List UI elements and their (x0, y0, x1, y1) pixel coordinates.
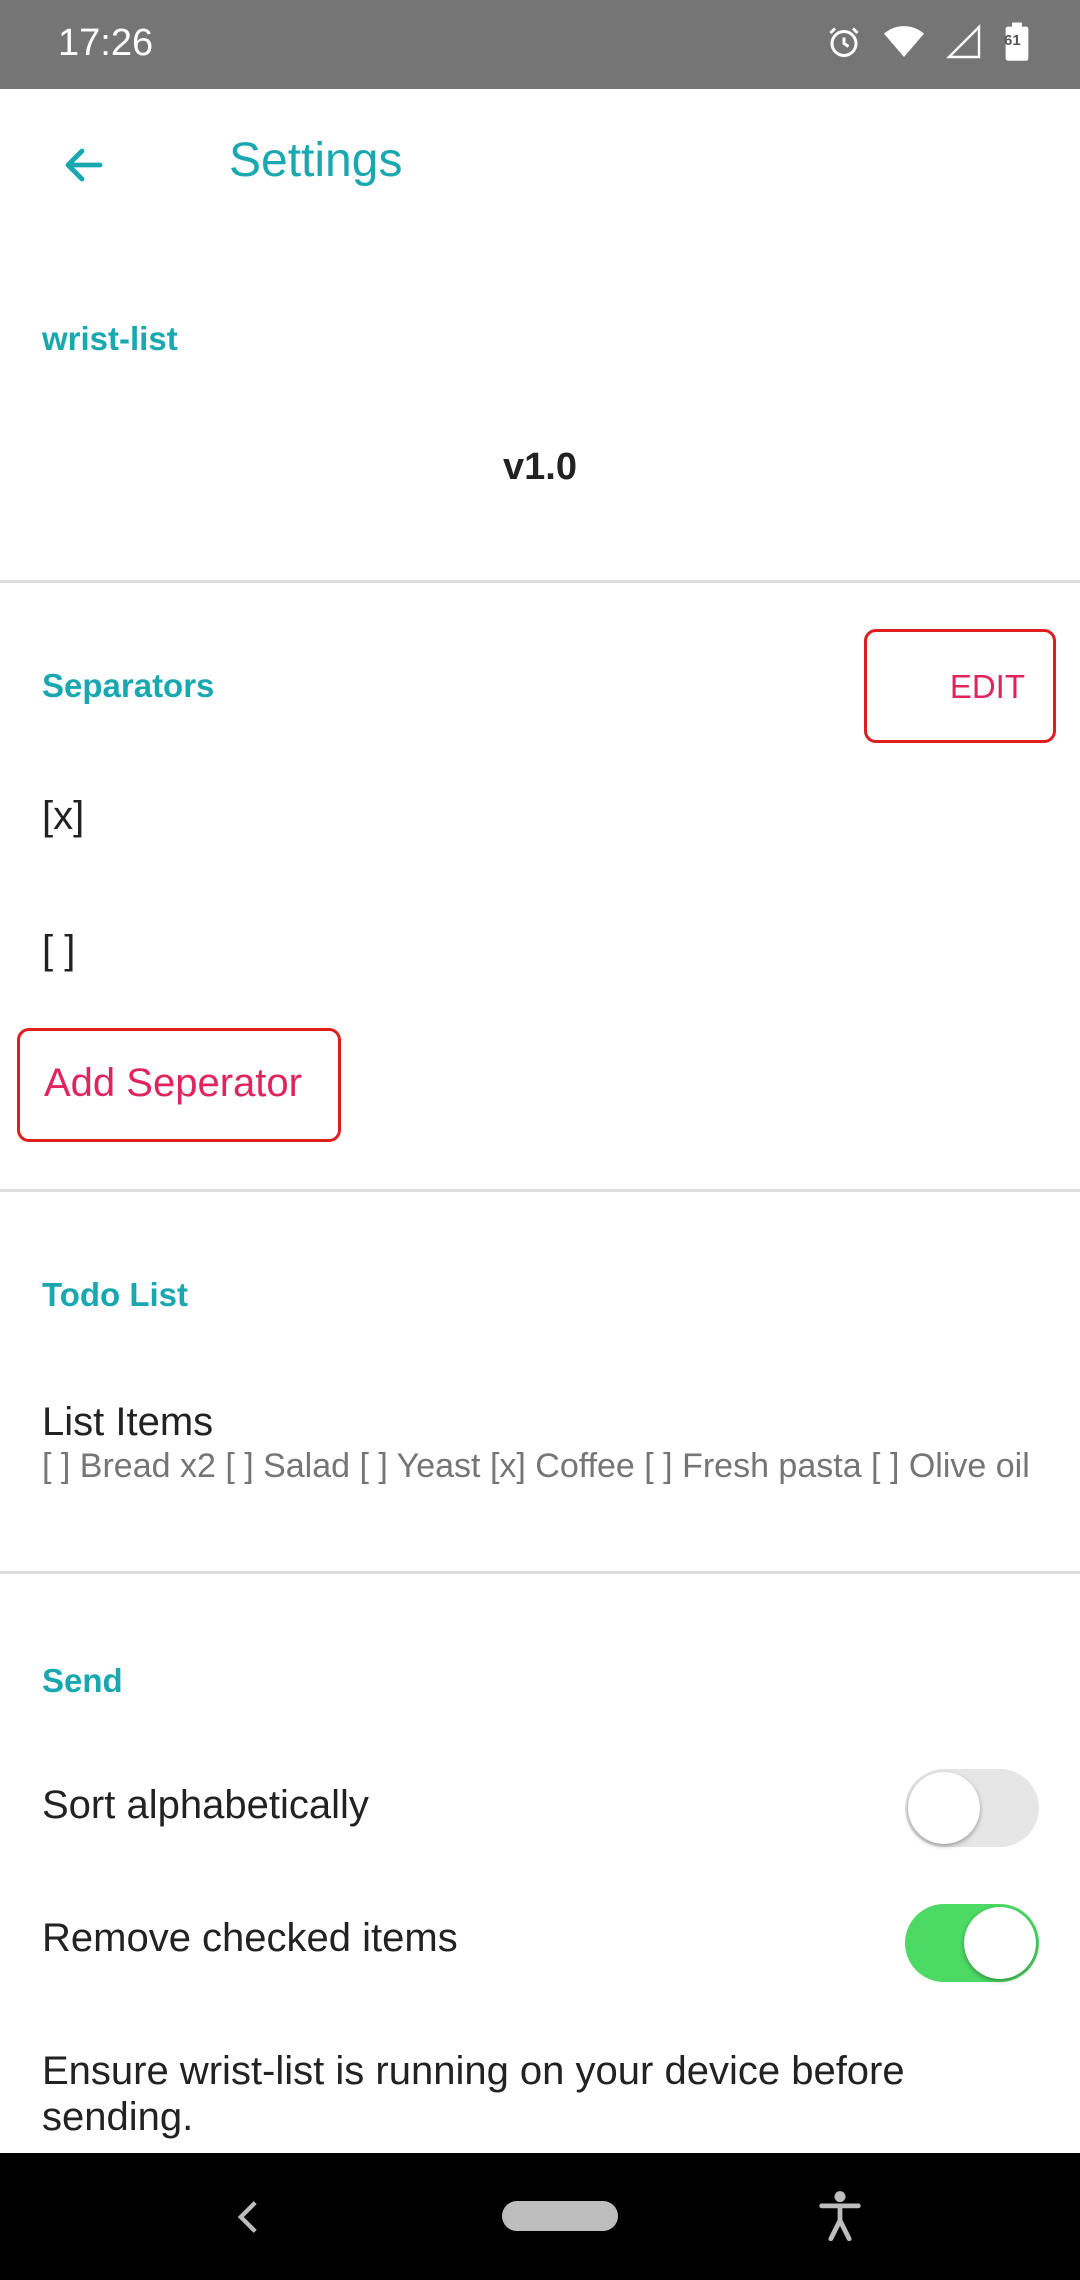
add-separator-button[interactable]: Add Seperator (17, 1028, 341, 1142)
status-icons: 61 (826, 22, 1030, 62)
remove-checked-toggle[interactable] (905, 1904, 1039, 1982)
navigation-bar (0, 2153, 1080, 2280)
accessibility-icon[interactable] (810, 2183, 870, 2247)
add-separator-label: Add Seperator (44, 1061, 302, 1105)
separator-item[interactable]: [x] (42, 794, 84, 839)
sort-alphabetically-toggle[interactable] (905, 1769, 1039, 1847)
wifi-icon (884, 24, 924, 60)
toggle-thumb (908, 1772, 980, 1844)
arrow-back-icon (65, 148, 103, 182)
toggle-thumb (964, 1907, 1036, 1979)
list-items-title[interactable]: List Items (42, 1400, 213, 1445)
edit-label: EDIT (949, 668, 1025, 705)
battery-icon: 61 (1004, 22, 1030, 62)
status-time: 17:26 (58, 22, 154, 64)
divider (0, 1571, 1080, 1574)
nav-back-icon[interactable] (228, 2189, 268, 2245)
edit-separators-button[interactable]: EDIT (864, 629, 1056, 743)
section-header-app: wrist-list (42, 320, 178, 357)
divider (0, 580, 1080, 583)
nav-home-pill[interactable] (502, 2201, 618, 2231)
section-header-send: Send (42, 1662, 123, 1699)
alarm-icon (826, 24, 862, 60)
list-items-value: [ ] Bread x2 [ ] Salad [ ] Yeast [x] Cof… (42, 1447, 1030, 1485)
remove-checked-label: Remove checked items (42, 1916, 458, 1960)
signal-icon (946, 24, 982, 60)
sort-alphabetically-label: Sort alphabetically (42, 1783, 369, 1827)
app-version: v1.0 (503, 446, 577, 488)
app-bar: Settings (0, 89, 1080, 237)
divider (0, 1189, 1080, 1192)
back-button[interactable] (44, 125, 124, 205)
section-header-todo: Todo List (42, 1276, 189, 1313)
separator-item[interactable]: [ ] (42, 928, 75, 973)
send-note: Ensure wrist-list is running on your dev… (42, 2049, 905, 2139)
battery-level: 61 (1004, 32, 1021, 49)
status-bar: 17:26 61 (0, 0, 1080, 89)
page-title: Settings (229, 134, 403, 187)
section-header-separators: Separators (42, 667, 215, 704)
